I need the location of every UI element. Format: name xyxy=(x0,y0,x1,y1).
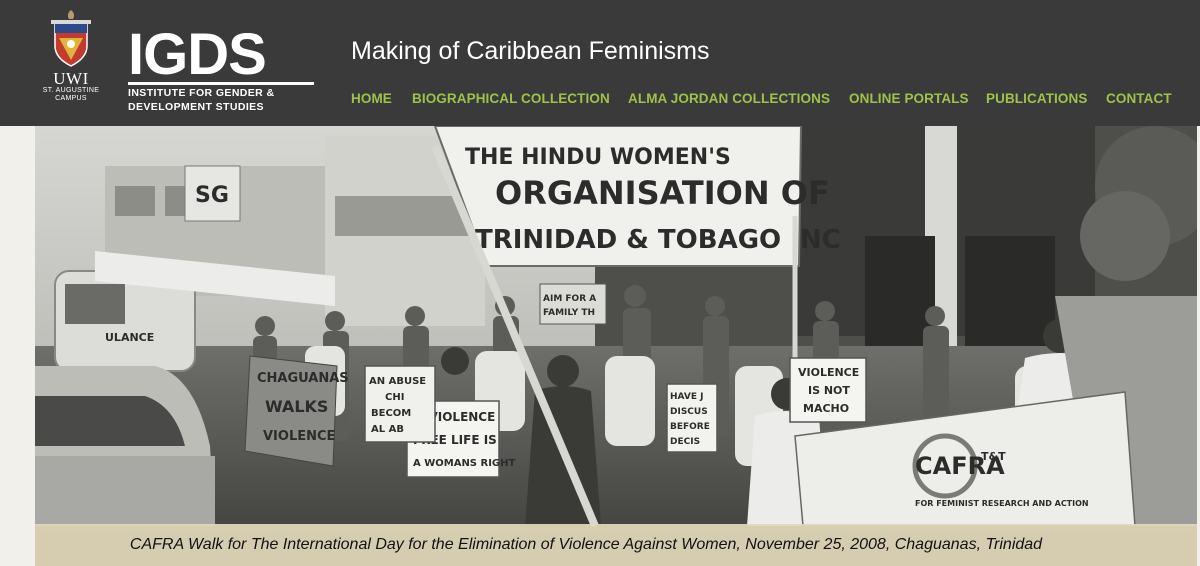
igds-subtitle-line2: DEVELOPMENT STUDIES xyxy=(128,101,264,113)
uwi-name: UWI xyxy=(53,69,89,88)
sign-not-macho-line1: VIOLENCE xyxy=(798,366,859,379)
banner-chaguanas-line1: CHAGUANAS xyxy=(257,371,349,386)
site-header: UWI ST. AUGUSTINE CAMPUS IGDS INSTITUTE … xyxy=(0,0,1200,126)
nav-home[interactable]: HOME xyxy=(351,91,392,106)
sign-not-macho-line3: MACHO xyxy=(803,402,849,415)
nav-alma-jordan-collections[interactable]: ALMA JORDAN COLLECTIONS xyxy=(628,91,830,106)
banner-main-line1: THE HINDU WOMEN'S xyxy=(465,145,731,170)
store-sign: SG xyxy=(195,183,229,208)
sign-discuss-line2: DISCUS xyxy=(670,407,708,417)
banner-cafra-tagline: FOR FEMINIST RESEARCH AND ACTION xyxy=(915,499,1089,508)
uwi-logo[interactable]: UWI ST. AUGUSTINE CAMPUS xyxy=(38,8,104,116)
sign-abuser-line2: CHI xyxy=(385,392,404,403)
sign-family-line1: AIM FOR A xyxy=(543,294,596,304)
caption-bar: CAFRA Walk for The International Day for… xyxy=(35,524,1197,566)
sign-abuser-line4: AL AB xyxy=(371,424,404,435)
hero-photo-illustration: SG ULANCE THE HINDU WOMEN'S ORGANISATION… xyxy=(35,126,1197,566)
van-text: ULANCE xyxy=(105,331,154,344)
nav-biographical-collection[interactable]: BIOGRAPHICAL COLLECTION xyxy=(412,91,610,106)
hero-caption: CAFRA Walk for The International Day for… xyxy=(129,536,1043,553)
site-title[interactable]: Making of Caribbean Feminisms xyxy=(351,37,709,66)
sign-discuss-line1: HAVE J xyxy=(670,392,703,402)
nav-online-portals[interactable]: ONLINE PORTALS xyxy=(849,91,969,106)
hero-photo: SG ULANCE THE HINDU WOMEN'S ORGANISATION… xyxy=(35,126,1197,566)
sign-not-macho-line2: IS NOT xyxy=(808,384,850,397)
sign-discuss-line4: DECIS xyxy=(670,437,700,447)
nav-publications[interactable]: PUBLICATIONS xyxy=(986,91,1087,106)
banner-chaguanas-line2: WALKS xyxy=(265,397,328,416)
uwi-campus-line1: ST. AUGUSTINE xyxy=(42,87,100,94)
banner-cafra-suffix: T&T xyxy=(981,450,1006,463)
banner-chaguanas-line3: VIOLENCE xyxy=(263,429,335,444)
uwi-campus-line2: CAMPUS xyxy=(55,95,87,102)
igds-logo[interactable]: IGDS INSTITUTE FOR GENDER & DEVELOPMENT … xyxy=(128,26,314,114)
crest-icon xyxy=(51,10,91,67)
sign-abuser-line1: AN ABUSE xyxy=(369,376,426,387)
sign-violence-free-line3: A WOMANS RIGHT xyxy=(413,458,515,469)
nav-contact[interactable]: CONTACT xyxy=(1106,91,1172,106)
igds-subtitle-line1: INSTITUTE FOR GENDER & xyxy=(128,87,275,99)
igds-mark: IGDS xyxy=(128,26,314,85)
banner-main-line2: ORGANISATION OF xyxy=(495,174,830,212)
sign-family-line2: FAMILY TH xyxy=(543,308,595,318)
sign-discuss-line3: BEFORE xyxy=(670,422,710,432)
sign-abuser-line3: BECOM xyxy=(371,408,411,419)
banner-main-line3: TRINIDAD & TOBAGO INC xyxy=(475,225,841,255)
